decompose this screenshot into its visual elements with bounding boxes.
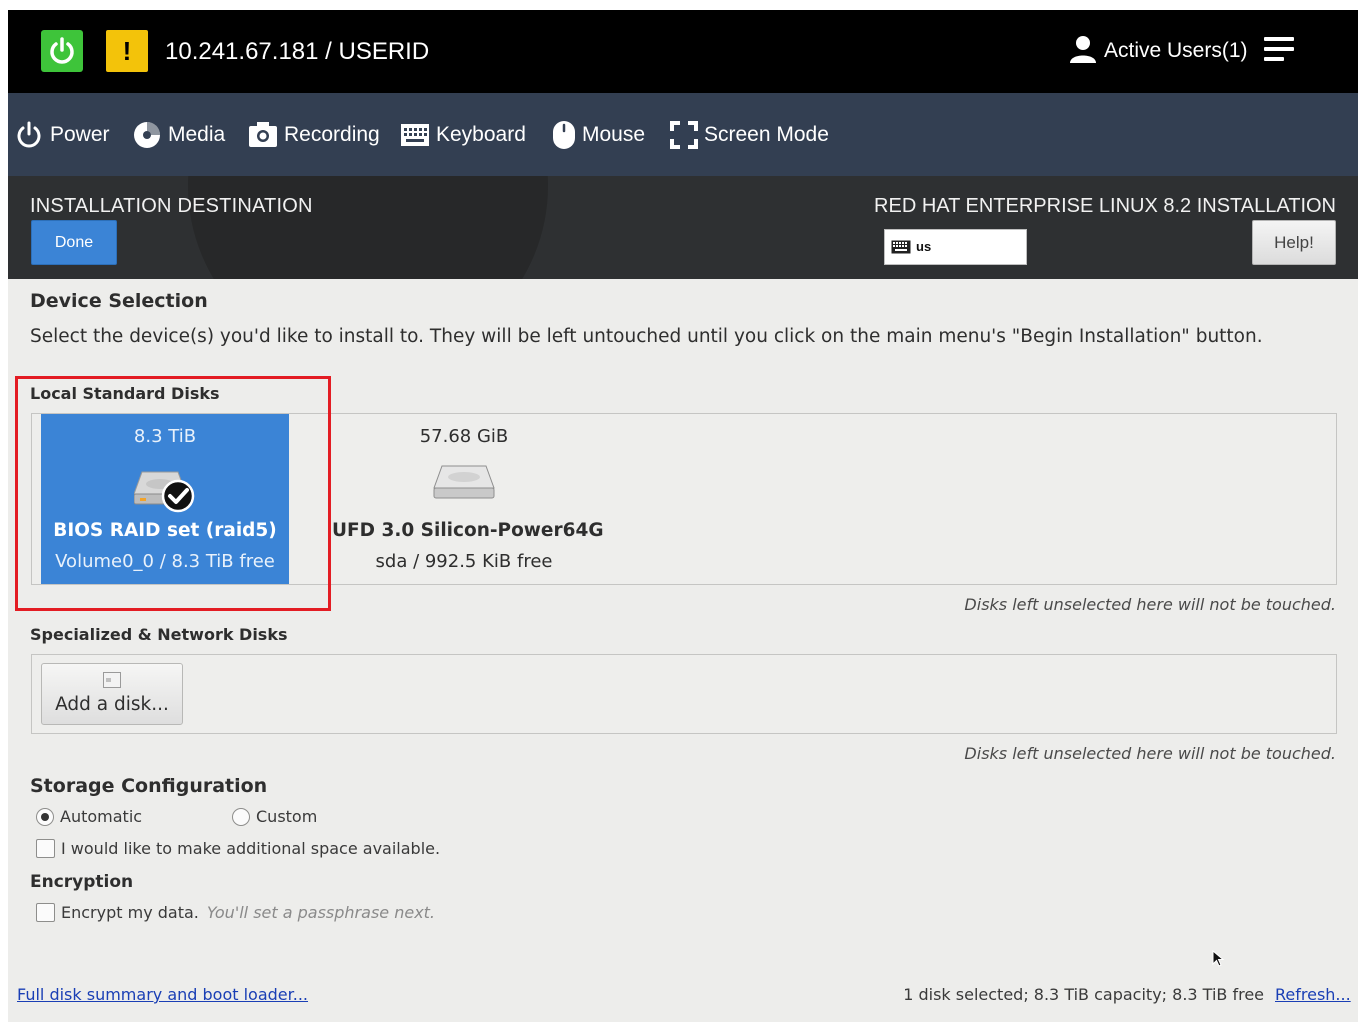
custom-radio-label: Custom	[256, 807, 318, 826]
header-background-graphic	[188, 176, 548, 279]
console-toolbar: Power Media Recording Keyboard Mouse Scr…	[8, 93, 1358, 176]
disk-detail: sda / 992.5 KiB free	[375, 551, 553, 572]
media-icon	[134, 121, 160, 148]
toolbar-screen-mode-button[interactable]: Screen Mode	[670, 93, 829, 176]
network-disks-note: Disks left unselected here will not be t…	[964, 744, 1336, 763]
full-disk-summary-link[interactable]: Full disk summary and boot loader...	[17, 985, 308, 1004]
reclaim-space-label: I would like to make additional space av…	[61, 839, 441, 858]
encrypt-data-label: Encrypt my data.	[61, 903, 199, 922]
keyboard-layout-indicator[interactable]: us	[884, 229, 1027, 265]
encryption-heading: Encryption	[30, 872, 134, 892]
automatic-radio-label: Automatic	[60, 807, 143, 826]
device-selection-description: Select the device(s) you'd like to insta…	[30, 326, 1263, 347]
toolbar-screen-mode-label: Screen Mode	[704, 122, 829, 146]
toolbar-recording-button[interactable]: Recording	[248, 93, 380, 176]
disk-size: 57.68 GiB	[419, 426, 509, 447]
product-title: RED HAT ENTERPRISE LINUX 8.2 INSTALLATIO…	[874, 195, 1336, 217]
automatic-radio[interactable]: Automatic	[36, 807, 142, 826]
hard-disk-icon	[433, 465, 495, 499]
camera-icon	[249, 121, 277, 147]
checkbox-indicator	[36, 903, 55, 922]
network-disks-area: Add a disk...	[31, 654, 1337, 734]
done-button[interactable]: Done	[31, 220, 117, 265]
disk-name: UFD 3.0 Silicon-Power64G	[332, 520, 604, 541]
disk-tile-usb[interactable]: 57.68 GiB UFD 3.0 Silicon-Power64G sda /…	[332, 414, 604, 584]
radio-indicator	[36, 807, 54, 826]
refresh-link[interactable]: Refresh...	[1275, 985, 1351, 1004]
hamburger-menu-icon[interactable]	[1264, 37, 1294, 67]
add-disk-button[interactable]: Add a disk...	[41, 663, 183, 725]
help-button[interactable]: Help!	[1252, 220, 1336, 265]
user-icon	[1070, 36, 1096, 63]
radio-indicator	[232, 807, 250, 826]
toolbar-power-label: Power	[50, 122, 110, 146]
fullscreen-icon	[670, 120, 698, 149]
local-disks-note: Disks left unselected here will not be t…	[964, 595, 1336, 614]
reclaim-space-checkbox[interactable]: I would like to make additional space av…	[36, 839, 440, 858]
checkbox-indicator	[36, 839, 55, 858]
active-users-button[interactable]: Active Users(1)	[1104, 40, 1248, 62]
disk-selection-status: 1 disk selected; 8.3 TiB capacity; 8.3 T…	[903, 985, 1264, 1004]
custom-radio[interactable]: Custom	[232, 807, 317, 826]
keyboard-layout-label: us	[916, 239, 932, 254]
toolbar-media-label: Media	[168, 122, 226, 146]
annotation-highlight-box	[15, 376, 331, 611]
toolbar-keyboard-label: Keyboard	[436, 122, 526, 146]
toolbar-mouse-button[interactable]: Mouse	[552, 93, 645, 176]
installer-header: INSTALLATION DESTINATION Done RED HAT EN…	[8, 176, 1358, 279]
add-disk-label: Add a disk...	[55, 694, 169, 715]
storage-configuration-heading: Storage Configuration	[30, 775, 268, 797]
toolbar-power-button[interactable]: Power	[14, 93, 110, 176]
power-icon	[17, 121, 41, 147]
power-status-icon[interactable]	[41, 30, 83, 72]
device-selection-heading: Device Selection	[30, 290, 208, 312]
toolbar-recording-label: Recording	[284, 122, 380, 146]
toolbar-media-button[interactable]: Media	[132, 93, 225, 176]
keyboard-icon	[401, 123, 429, 146]
warning-icon[interactable]: !	[106, 30, 148, 72]
page-title: INSTALLATION DESTINATION	[30, 195, 313, 217]
remote-console-topbar: ! 10.241.67.181 / USERID Active Users(1)	[8, 10, 1358, 93]
encrypt-data-checkbox[interactable]: Encrypt my data. You'll set a passphrase…	[36, 903, 435, 922]
add-disk-icon	[103, 672, 121, 688]
mouse-pointer-icon	[1212, 950, 1225, 967]
network-disks-heading: Specialized & Network Disks	[30, 625, 288, 644]
encrypt-data-hint: You'll set a passphrase next.	[206, 903, 436, 922]
toolbar-keyboard-button[interactable]: Keyboard	[400, 93, 526, 176]
host-title: 10.241.67.181 / USERID	[165, 38, 430, 65]
toolbar-mouse-label: Mouse	[582, 122, 646, 146]
keyboard-icon	[891, 240, 911, 254]
mouse-icon	[553, 120, 575, 149]
